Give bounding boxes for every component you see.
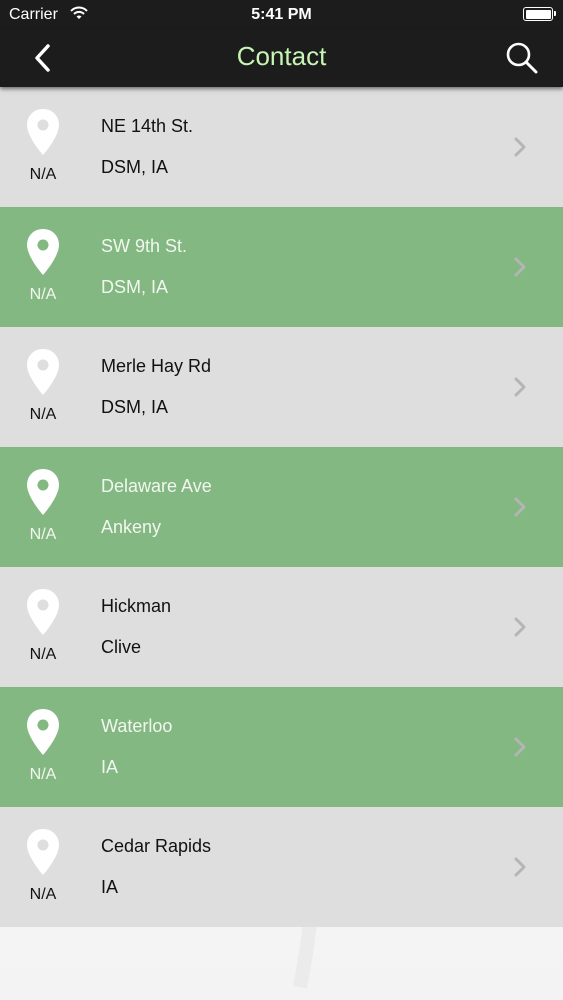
chevron-right-icon (514, 737, 526, 757)
location-street: Merle Hay Rd (101, 356, 212, 376)
map-pin-icon (27, 469, 59, 515)
location-street: Cedar Rapids (101, 836, 212, 856)
list-item[interactable]: N/A Waterloo IA (0, 687, 563, 807)
location-city: DSM, IA (101, 397, 169, 417)
battery-icon (523, 7, 556, 21)
navigation-bar: Contact (0, 30, 563, 87)
chevron-right-icon (514, 617, 526, 637)
location-city: IA (101, 877, 119, 897)
map-pin-icon (27, 109, 59, 155)
list-item[interactable]: N/A Cedar Rapids IA (0, 807, 563, 927)
location-status: N/A (29, 406, 57, 423)
location-city: DSM, IA (101, 157, 169, 177)
location-city: IA (101, 757, 119, 777)
clock: 5:41 PM (251, 6, 312, 23)
search-icon (506, 42, 538, 74)
location-street: SW 9th St. (101, 236, 188, 256)
search-button[interactable] (505, 41, 539, 75)
chevron-right-icon (514, 137, 526, 157)
list-item[interactable]: N/A Merle Hay Rd DSM, IA (0, 327, 563, 447)
map-pin-icon (27, 829, 59, 875)
location-city: Clive (101, 637, 142, 657)
location-street: Waterloo (101, 716, 173, 736)
chevron-right-icon (514, 857, 526, 877)
location-street: NE 14th St. (101, 116, 194, 136)
chevron-right-icon (514, 257, 526, 277)
list-item[interactable]: N/A Delaware Ave Ankeny (0, 447, 563, 567)
list-item[interactable]: N/A SW 9th St. DSM, IA (0, 207, 563, 327)
location-status: N/A (29, 286, 57, 303)
location-street: Delaware Ave (101, 476, 212, 496)
location-city: DSM, IA (101, 277, 169, 297)
list-item[interactable]: N/A NE 14th St. DSM, IA (0, 87, 563, 207)
map-pin-icon (27, 229, 59, 275)
map-pin-icon (27, 589, 59, 635)
location-status: N/A (29, 646, 57, 663)
chevron-right-icon (514, 377, 526, 397)
location-status: N/A (29, 886, 57, 903)
status-bar: Carrier 5:41 PM (0, 0, 563, 30)
location-status: N/A (29, 766, 57, 783)
map-pin-icon (27, 349, 59, 395)
location-street: Hickman (101, 596, 172, 616)
list-item[interactable]: N/A Hickman Clive (0, 567, 563, 687)
location-city: Ankeny (101, 517, 162, 537)
page-title: Contact (236, 41, 327, 71)
location-status: N/A (29, 526, 57, 543)
location-list[interactable]: N/A NE 14th St. DSM, IA N/A SW 9th St. DSM, I… (0, 87, 563, 1000)
chevron-right-icon (514, 497, 526, 517)
map-pin-icon (27, 709, 59, 755)
location-status: N/A (29, 166, 57, 183)
